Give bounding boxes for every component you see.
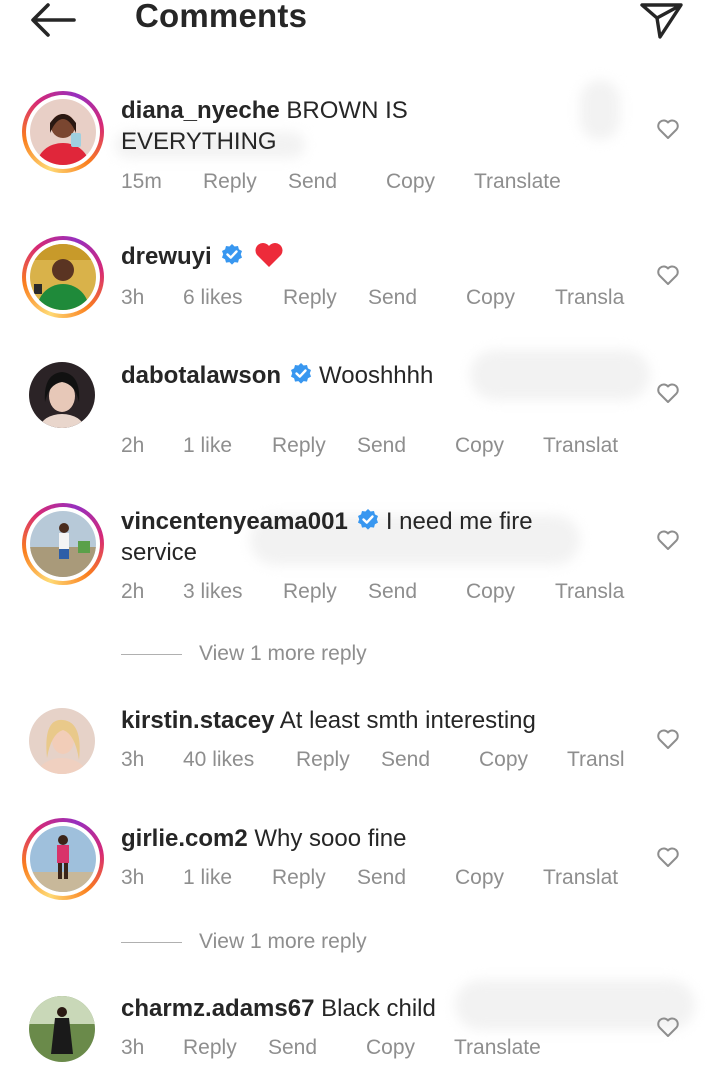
copy-button[interactable]: Copy: [466, 580, 515, 604]
avatar[interactable]: [29, 708, 95, 774]
copy-button[interactable]: Copy: [386, 170, 435, 194]
view-more-label[interactable]: View 1 more reply: [199, 642, 367, 666]
comment-body: Wooshhhh: [319, 362, 434, 389]
comment-time: 3h: [121, 286, 145, 309]
comment-text: drewuyi: [121, 241, 561, 272]
translate-button[interactable]: Transla: [555, 580, 624, 604]
avatar: [30, 99, 96, 165]
send-button[interactable]: Send: [357, 866, 406, 890]
like-count[interactable]: 1 like: [183, 866, 232, 890]
like-count[interactable]: 3 likes: [183, 580, 243, 604]
reply-button[interactable]: Reply: [283, 286, 337, 310]
verified-badge-icon: [291, 363, 312, 384]
comment-time: 15m: [121, 170, 162, 193]
comment-username[interactable]: dabotalawson: [121, 362, 281, 389]
copy-button[interactable]: Copy: [466, 286, 515, 310]
comment-username[interactable]: drewuyi: [121, 243, 212, 270]
translate-button[interactable]: Transla: [555, 286, 624, 310]
translate-button[interactable]: Transl: [567, 748, 625, 772]
heart-outline-icon[interactable]: [656, 1016, 680, 1038]
comment-text: dabotalawson Wooshhhh: [121, 360, 561, 391]
copy-button[interactable]: Copy: [479, 748, 528, 772]
page-title: Comments: [135, 0, 308, 34]
heart-outline-icon[interactable]: [656, 728, 680, 750]
avatar-story-ring[interactable]: [22, 91, 104, 173]
comment-text: vincentenyeama001 I need me fire service: [121, 506, 561, 568]
copy-button[interactable]: Copy: [366, 1036, 415, 1060]
avatar: [30, 826, 96, 892]
avatar[interactable]: [29, 996, 95, 1062]
avatar-story-ring[interactable]: [22, 818, 104, 900]
copy-button[interactable]: Copy: [455, 434, 504, 458]
translate-button[interactable]: Translat: [543, 866, 618, 890]
divider: [121, 942, 182, 943]
comment-time: 2h: [121, 434, 145, 457]
send-button[interactable]: Send: [268, 1036, 317, 1060]
send-button[interactable]: Send: [368, 286, 417, 310]
comment-time: 2h: [121, 580, 145, 603]
translate-button[interactable]: Translate: [474, 170, 561, 194]
comment-username[interactable]: charmz.adams67: [121, 995, 314, 1022]
like-count[interactable]: 6 likes: [183, 286, 243, 310]
heart-outline-icon[interactable]: [656, 382, 680, 404]
comment-body: At least smth interesting: [279, 707, 536, 734]
divider: [121, 654, 182, 655]
comment-body: I need me fire: [385, 508, 533, 535]
comment-username[interactable]: girlie.com2: [121, 825, 248, 852]
heart-outline-icon[interactable]: [656, 264, 680, 286]
avatar: [30, 244, 96, 310]
translate-button[interactable]: Translat: [543, 434, 618, 458]
avatar-story-ring[interactable]: [22, 236, 104, 318]
comment-text: diana_nyeche BROWN IS EVERYTHING: [121, 95, 561, 157]
verified-badge-icon: [221, 244, 242, 265]
avatar[interactable]: [29, 362, 95, 428]
avatar: [30, 511, 96, 577]
heart-outline-icon[interactable]: [656, 846, 680, 868]
avatar-story-ring[interactable]: [22, 503, 104, 585]
reply-button[interactable]: Reply: [203, 170, 257, 194]
send-button[interactable]: Send: [381, 748, 430, 772]
direct-send-icon[interactable]: [638, 0, 684, 40]
like-count[interactable]: 40 likes: [183, 748, 254, 772]
header-bar: Comments: [0, 0, 720, 44]
comment-body: Black child: [321, 995, 436, 1022]
view-more-label[interactable]: View 1 more reply: [199, 930, 367, 954]
reply-button[interactable]: Reply: [272, 866, 326, 890]
smudge: [580, 80, 620, 140]
comment-username[interactable]: vincentenyeama001: [121, 508, 348, 535]
like-count[interactable]: 1 like: [183, 434, 232, 458]
send-button[interactable]: Send: [357, 434, 406, 458]
comment-time: 3h: [121, 748, 145, 771]
comment-text: girlie.com2 Why sooo fine: [121, 823, 561, 854]
comment-time: 3h: [121, 866, 145, 889]
verified-badge-icon: [357, 509, 378, 530]
reply-button[interactable]: Reply: [272, 434, 326, 458]
reply-button[interactable]: Reply: [296, 748, 350, 772]
red-heart-emoji: [255, 243, 283, 267]
comment-text: charmz.adams67 Black child: [121, 993, 561, 1024]
comment-body-line2: service: [121, 539, 198, 566]
comment-username[interactable]: diana_nyeche: [121, 97, 280, 124]
copy-button[interactable]: Copy: [455, 866, 504, 890]
comment-username[interactable]: kirstin.stacey: [121, 707, 274, 734]
heart-outline-icon[interactable]: [656, 118, 680, 140]
send-button[interactable]: Send: [368, 580, 417, 604]
reply-button[interactable]: Reply: [283, 580, 337, 604]
send-button[interactable]: Send: [288, 170, 337, 194]
comment-body: Why sooo fine: [254, 825, 407, 852]
comment-text: kirstin.stacey At least smth interesting: [121, 705, 561, 736]
back-arrow-icon[interactable]: [30, 2, 76, 38]
reply-button[interactable]: Reply: [183, 1036, 237, 1060]
comment-time: 3h: [121, 1036, 145, 1059]
heart-outline-icon[interactable]: [656, 529, 680, 551]
translate-button[interactable]: Translate: [454, 1036, 541, 1060]
